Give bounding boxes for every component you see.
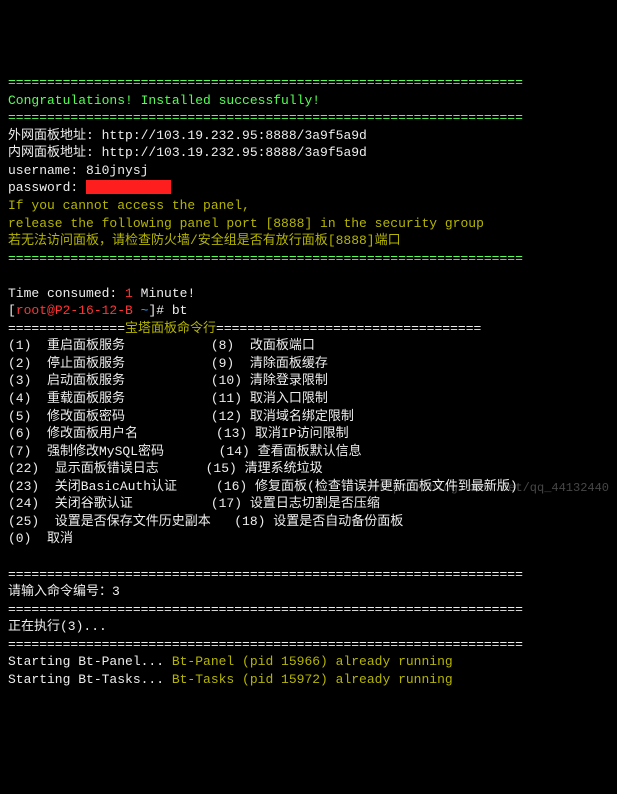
divider: ========================================… bbox=[8, 251, 523, 266]
install-success: Congratulations! Installed successfully! bbox=[8, 93, 320, 108]
input-line[interactable]: 请输入命令编号：3 bbox=[8, 584, 120, 599]
divider: ========================================… bbox=[8, 110, 523, 125]
divider: ========================================… bbox=[8, 75, 523, 90]
start-panel-line: Starting Bt-Panel... Bt-Panel (pid 15966… bbox=[8, 654, 453, 669]
ext-url-line: 外网面板地址: http://103.19.232.95:8888/3a9f5a… bbox=[8, 128, 367, 143]
executing-line: 正在执行(3)... bbox=[8, 619, 107, 634]
start-tasks-line: Starting Bt-Tasks... Bt-Tasks (pid 15972… bbox=[8, 672, 453, 687]
password-line: password: bbox=[8, 180, 171, 195]
watermark: https://blog.csdn.net/qq_44132440 bbox=[371, 480, 609, 496]
warn-line-3: 若无法访问面板，请检查防火墙/安全组是否有放行面板[8888]端口 bbox=[8, 233, 401, 248]
username-line: username: 8i0jnysj bbox=[8, 163, 148, 178]
time-line: Time consumed: 1 Minute! bbox=[8, 286, 195, 301]
menu-title-line: ===============宝塔面板命令行==================… bbox=[8, 321, 481, 336]
warn-line-2: release the following panel port [8888] … bbox=[8, 216, 484, 231]
menu-options: (1) 重启面板服务 (8) 改面板端口 (2) 停止面板服务 (9) 清除面板… bbox=[8, 337, 609, 548]
divider: ========================================… bbox=[8, 602, 523, 617]
divider: ========================================… bbox=[8, 637, 523, 652]
int-url-line: 内网面板地址: http://103.19.232.95:8888/3a9f5a… bbox=[8, 145, 367, 160]
password-redacted bbox=[86, 180, 171, 194]
shell-prompt[interactable]: [root@P2-16-12-B ~]# bt bbox=[8, 303, 187, 318]
warn-line-1: If you cannot access the panel, bbox=[8, 198, 250, 213]
divider: ========================================… bbox=[8, 567, 523, 582]
